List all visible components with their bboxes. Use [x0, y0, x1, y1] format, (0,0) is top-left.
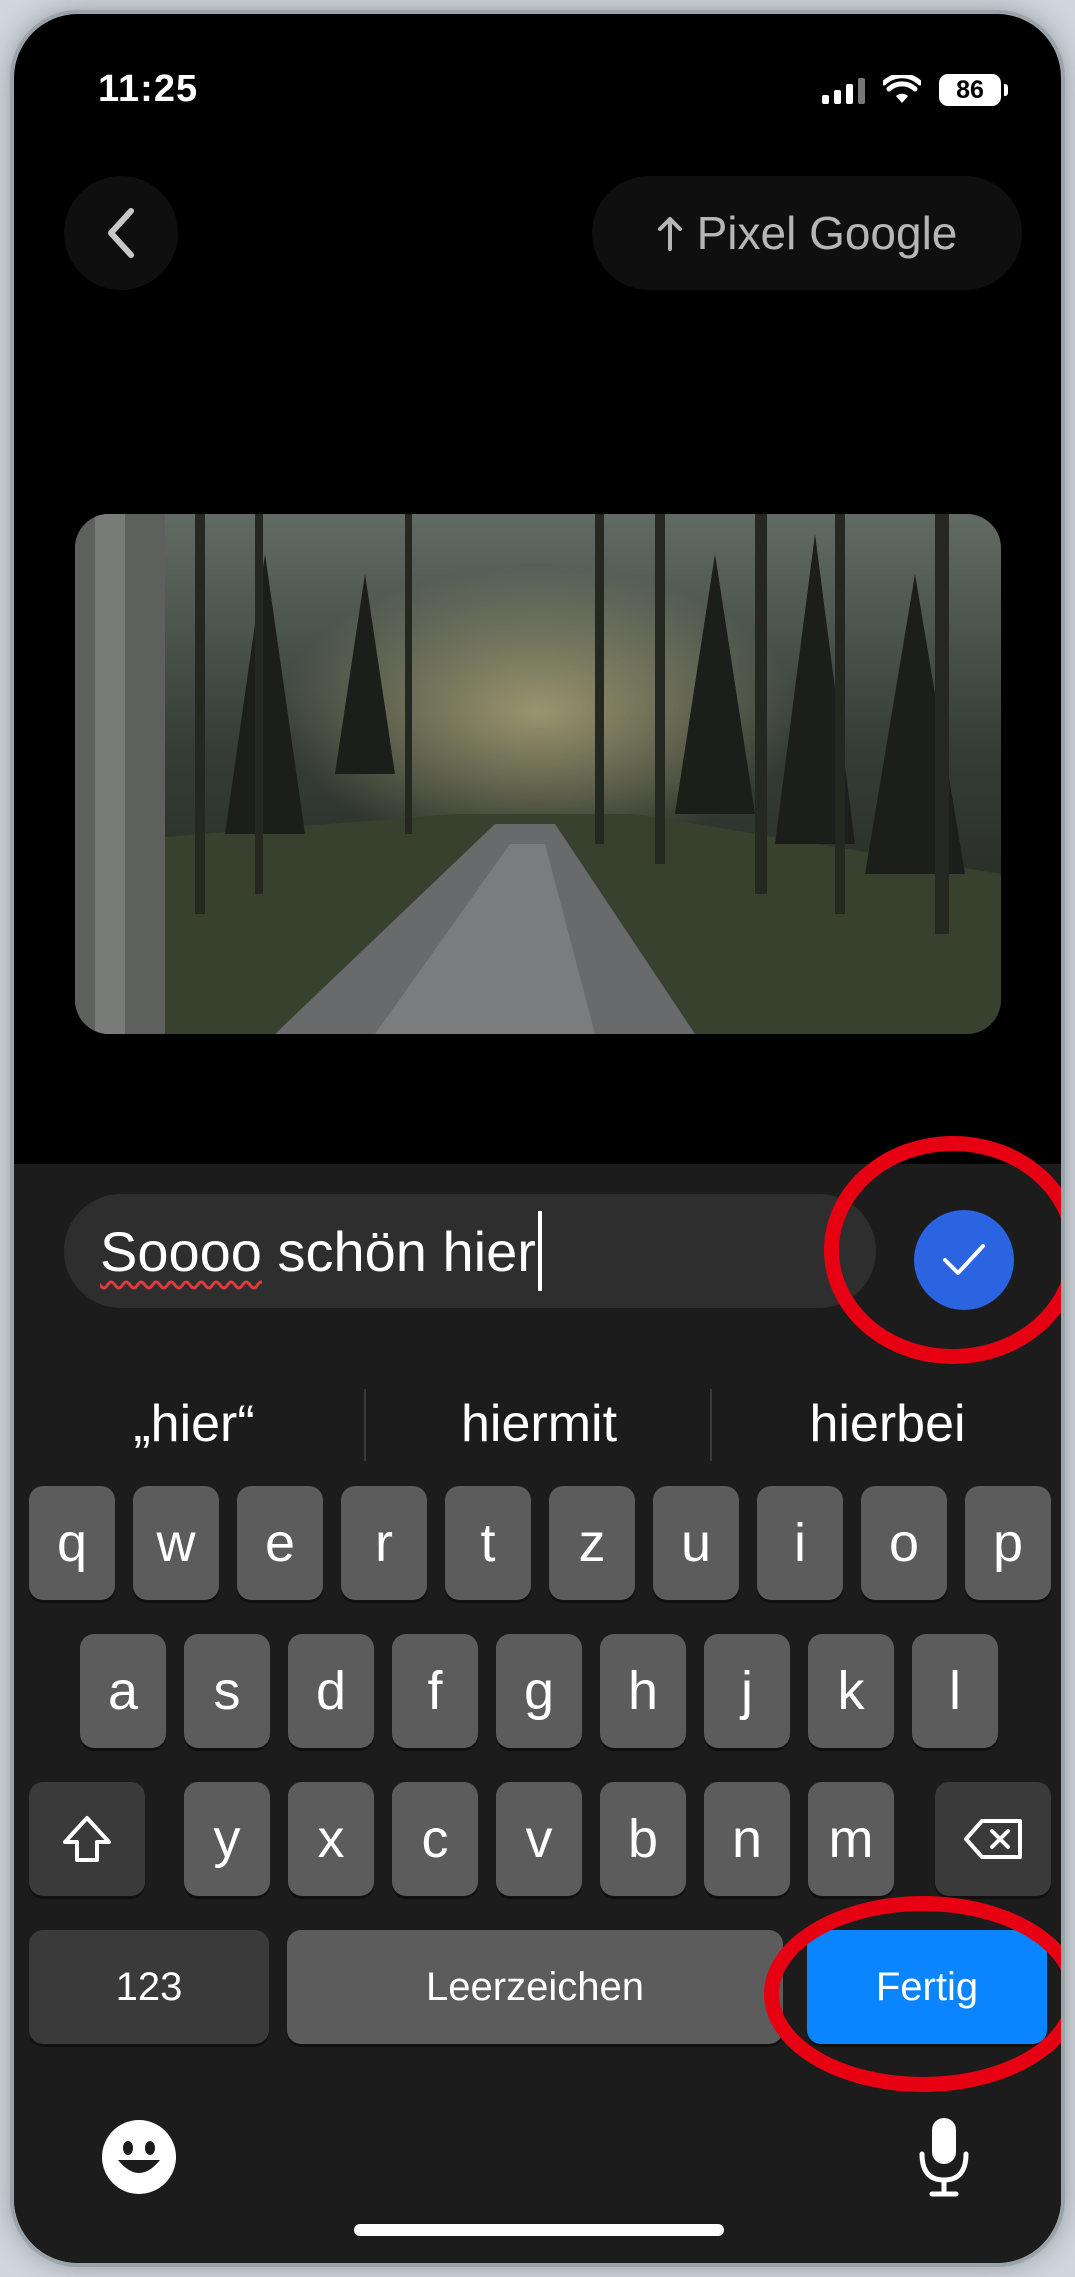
space-key[interactable]: Leerzeichen — [287, 1930, 783, 2044]
key-p[interactable]: p — [965, 1486, 1051, 1600]
key-y[interactable]: y — [184, 1782, 270, 1896]
wifi-icon — [883, 75, 921, 103]
key-s[interactable]: s — [184, 1634, 270, 1748]
key-n[interactable]: n — [704, 1782, 790, 1896]
misspelled-word: Soooo — [100, 1219, 262, 1283]
key-b[interactable]: b — [600, 1782, 686, 1896]
key-e[interactable]: e — [237, 1486, 323, 1600]
key-x[interactable]: x — [288, 1782, 374, 1896]
share-target-label: Pixel Google — [696, 207, 958, 259]
key-g[interactable]: g — [496, 1634, 582, 1748]
suggestion-divider — [710, 1389, 712, 1461]
key-z[interactable]: z — [549, 1486, 635, 1600]
chevron-left-icon — [108, 208, 134, 258]
microphone-icon[interactable] — [914, 2114, 974, 2200]
key-i[interactable]: i — [757, 1486, 843, 1600]
shift-icon — [63, 1816, 111, 1862]
key-v[interactable]: v — [496, 1782, 582, 1896]
key-f[interactable]: f — [392, 1634, 478, 1748]
caption-input[interactable]: Soooo schön hier — [64, 1194, 876, 1308]
highlight-circle-done — [764, 1896, 1061, 2092]
key-m[interactable]: m — [808, 1782, 894, 1896]
text-cursor — [537, 1211, 542, 1291]
backspace-icon — [964, 1819, 1022, 1859]
back-button[interactable] — [64, 176, 178, 290]
key-o[interactable]: o — [861, 1486, 947, 1600]
key-a[interactable]: a — [80, 1634, 166, 1748]
suggestion-1[interactable]: „hier“ — [14, 1374, 374, 1474]
input-text: schön hier — [261, 1219, 536, 1283]
key-u[interactable]: u — [653, 1486, 739, 1600]
emoji-icon[interactable] — [100, 2118, 178, 2196]
home-indicator[interactable] — [354, 2224, 724, 2236]
arrow-up-icon — [657, 217, 682, 251]
suggestion-3[interactable]: hierbei — [714, 1374, 1061, 1474]
battery-icon: 86 — [939, 74, 1008, 106]
phone-screen: 11:25 86 Pixel Google Soooo schön hier „… — [14, 14, 1061, 2263]
backspace-key[interactable] — [935, 1782, 1051, 1896]
key-c[interactable]: c — [392, 1782, 478, 1896]
forest-photo — [75, 514, 1001, 1034]
key-h[interactable]: h — [600, 1634, 686, 1748]
suggestion-2[interactable]: hiermit — [374, 1374, 704, 1474]
key-j[interactable]: j — [704, 1634, 790, 1748]
status-icons: 86 — [822, 74, 1008, 106]
numbers-key[interactable]: 123 — [29, 1930, 269, 2044]
key-q[interactable]: q — [29, 1486, 115, 1600]
key-d[interactable]: d — [288, 1634, 374, 1748]
key-w[interactable]: w — [133, 1486, 219, 1600]
suggestion-divider — [364, 1389, 366, 1461]
signal-icon — [822, 76, 865, 104]
key-r[interactable]: r — [341, 1486, 427, 1600]
status-time: 11:25 — [98, 68, 199, 110]
share-target-button[interactable]: Pixel Google — [592, 176, 1022, 290]
shift-key[interactable] — [29, 1782, 145, 1896]
key-t[interactable]: t — [445, 1486, 531, 1600]
key-k[interactable]: k — [808, 1634, 894, 1748]
key-l[interactable]: l — [912, 1634, 998, 1748]
